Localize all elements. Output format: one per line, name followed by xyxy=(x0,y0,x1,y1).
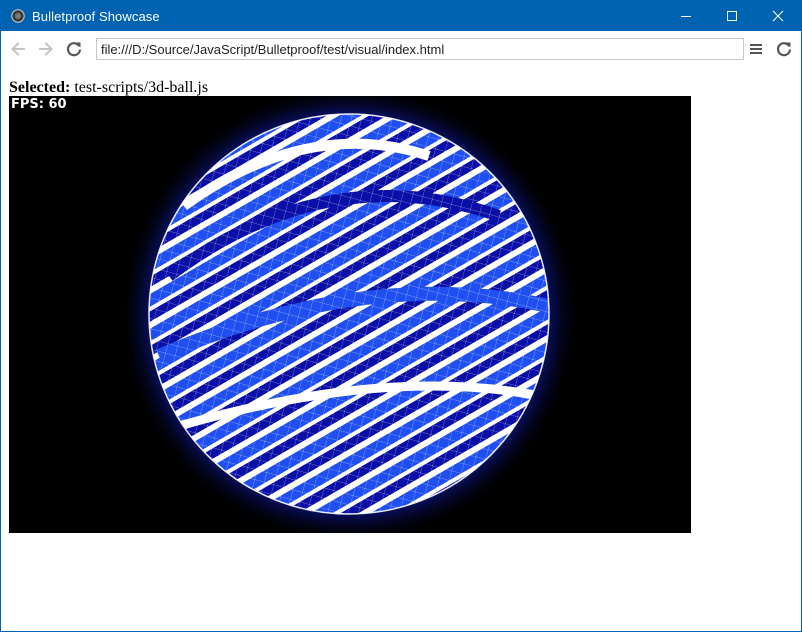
selected-script-line: Selected: test-scripts/3d-ball.js xyxy=(9,79,208,97)
browser-window: Bulletproof Showcase file:///D:/Source/J… xyxy=(0,0,802,632)
reload-button[interactable] xyxy=(60,35,88,63)
back-arrow-icon xyxy=(11,42,25,56)
browser-toolbar xyxy=(1,31,801,67)
back-button[interactable] xyxy=(4,35,32,63)
menu-button[interactable] xyxy=(742,35,770,63)
reload-icon xyxy=(66,42,82,57)
minimize-icon xyxy=(681,16,691,17)
app-logo-icon xyxy=(10,8,26,24)
forward-button[interactable] xyxy=(32,35,60,63)
address-bar-input[interactable] xyxy=(96,38,744,60)
render-canvas[interactable]: FPS: 60 xyxy=(9,96,691,533)
page-content: Selected: test-scripts/3d-ball.js FPS: 6… xyxy=(1,67,801,631)
selected-label: Selected: xyxy=(9,79,71,96)
close-icon xyxy=(772,10,784,22)
close-button[interactable] xyxy=(755,1,801,31)
maximize-icon xyxy=(727,11,737,21)
forward-arrow-icon xyxy=(39,42,53,56)
hamburger-menu-icon xyxy=(750,44,762,54)
fps-counter: FPS: 60 xyxy=(11,97,67,112)
maximize-button[interactable] xyxy=(709,1,755,31)
refresh-button[interactable] xyxy=(770,35,798,63)
minimize-button[interactable] xyxy=(663,1,709,31)
window-title: Bulletproof Showcase xyxy=(32,8,160,24)
ball-render xyxy=(119,96,579,533)
title-bar[interactable]: Bulletproof Showcase xyxy=(1,1,801,31)
selected-script-value: test-scripts/3d-ball.js xyxy=(74,79,209,96)
refresh-icon xyxy=(776,42,792,57)
